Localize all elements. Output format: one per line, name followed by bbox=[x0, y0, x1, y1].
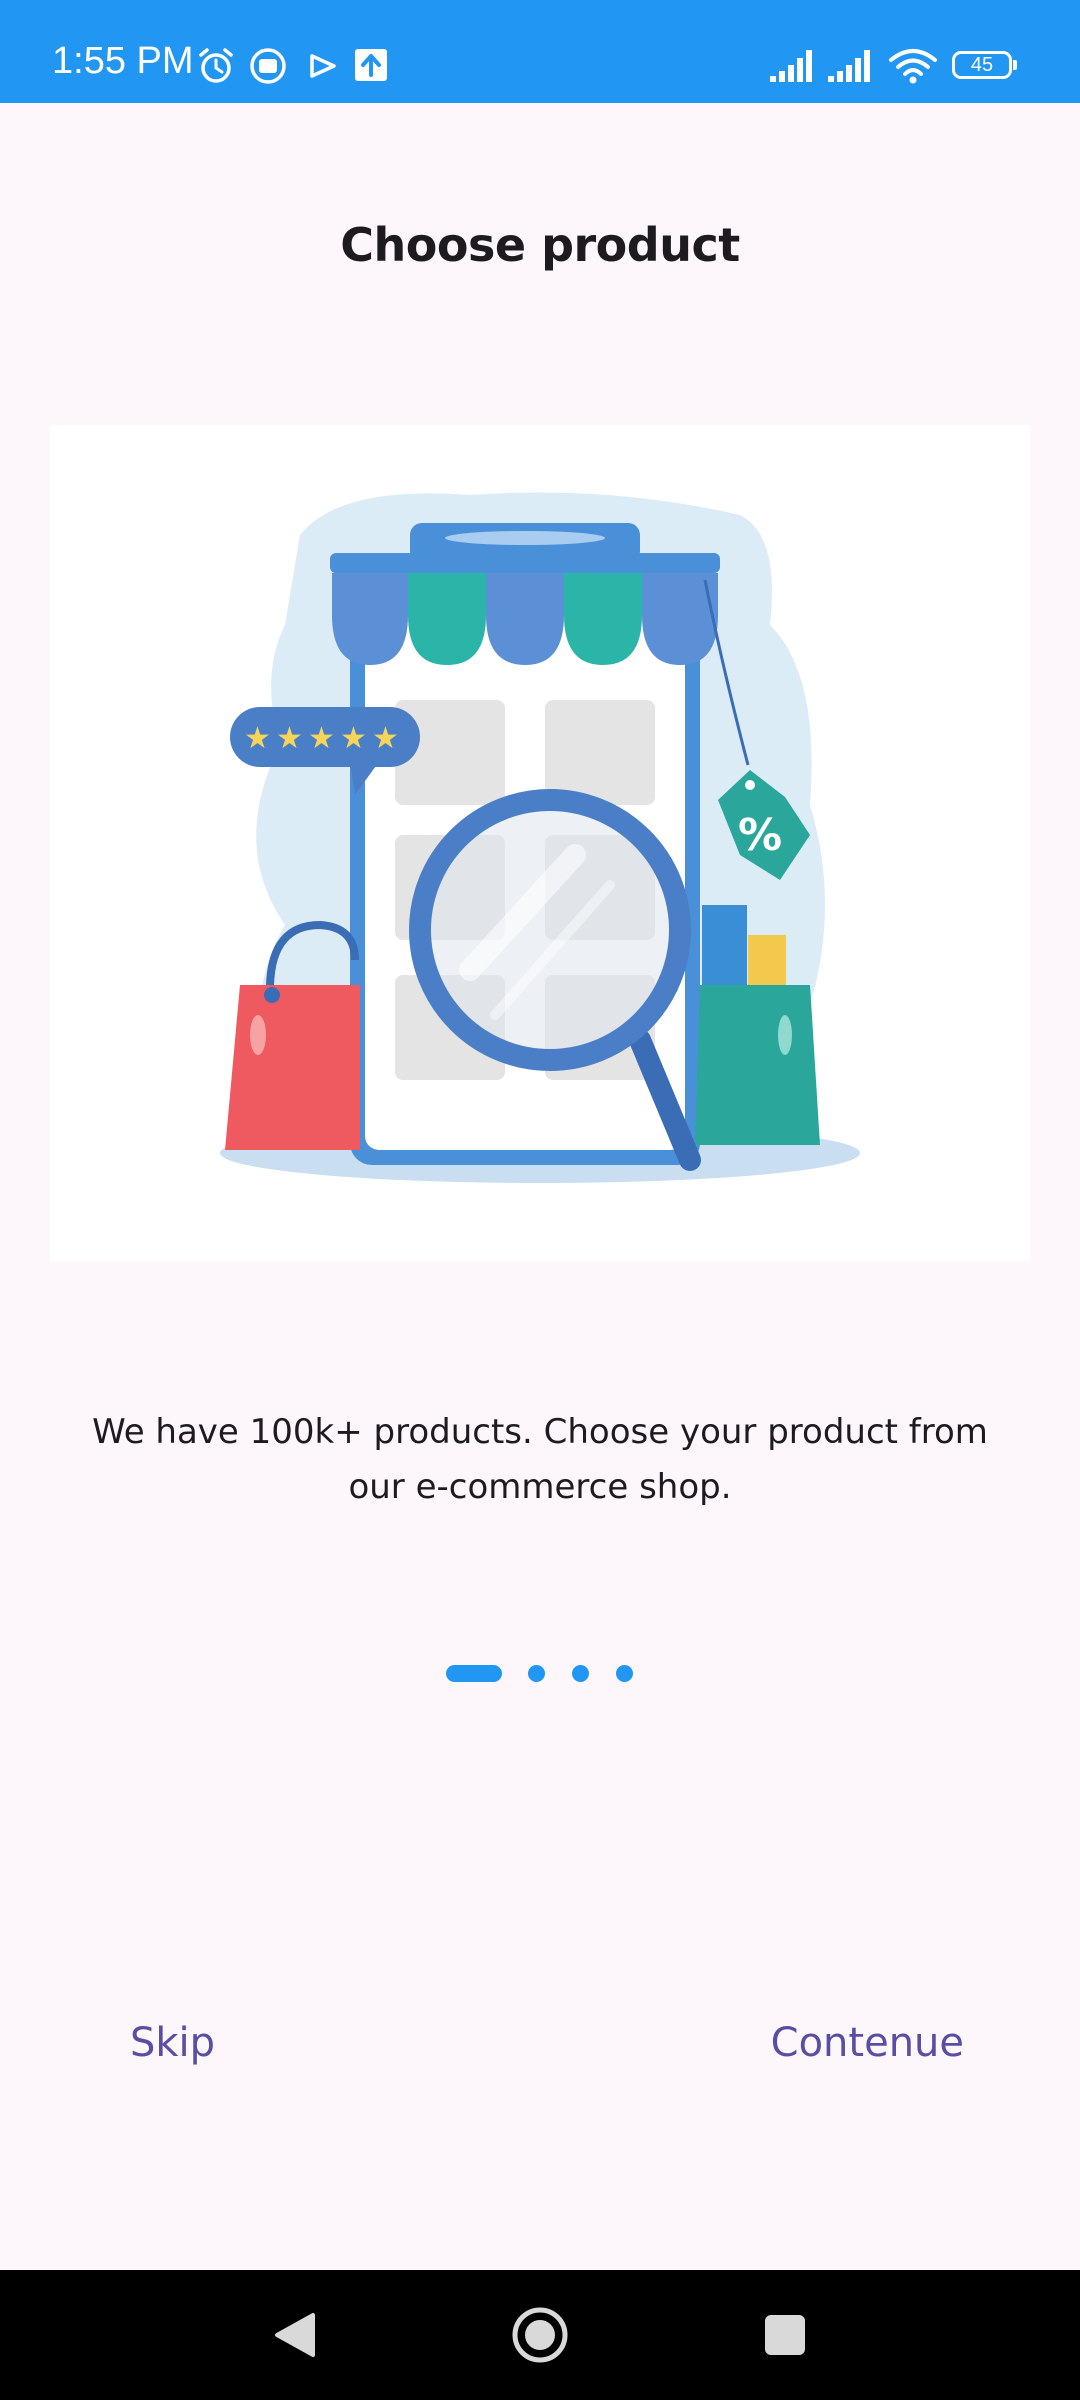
status-time: 1:55 PM bbox=[52, 40, 194, 82]
play-store-icon bbox=[310, 54, 336, 78]
page-dot bbox=[572, 1665, 589, 1682]
alarm-icon bbox=[199, 48, 233, 83]
page-dot bbox=[528, 1665, 545, 1682]
svg-text:★: ★ bbox=[276, 721, 303, 756]
svg-text:★: ★ bbox=[372, 721, 399, 756]
navigation-bar bbox=[0, 2270, 1080, 2400]
signal-icon bbox=[770, 50, 812, 82]
status-bar: 1:55 PM 45 bbox=[0, 0, 1080, 103]
page-title: Choose product bbox=[340, 218, 740, 272]
battery-icon: 45 bbox=[952, 51, 1017, 79]
back-icon[interactable] bbox=[215, 2270, 375, 2400]
svg-text:★: ★ bbox=[340, 721, 367, 756]
svg-text:★: ★ bbox=[308, 721, 335, 756]
skip-button[interactable]: Skip bbox=[130, 2020, 215, 2066]
upload-icon bbox=[355, 49, 387, 81]
notification-icon bbox=[250, 48, 286, 84]
home-icon[interactable] bbox=[460, 2270, 620, 2400]
shopping-search-illustration: ★ ★ ★ ★ ★ % bbox=[50, 425, 1030, 1261]
signal-icon bbox=[828, 50, 870, 82]
svg-text:%: % bbox=[738, 810, 782, 861]
svg-text:★: ★ bbox=[244, 721, 271, 756]
page-dot-active bbox=[446, 1665, 502, 1682]
onboarding-description: We have 100k+ products. Choose your prod… bbox=[92, 1412, 988, 1507]
page-dot bbox=[616, 1665, 633, 1682]
page-indicator bbox=[0, 1663, 1080, 1683]
wifi-icon bbox=[889, 49, 937, 84]
continue-button[interactable]: Contenue bbox=[771, 2020, 964, 2066]
recents-icon[interactable] bbox=[705, 2270, 865, 2400]
